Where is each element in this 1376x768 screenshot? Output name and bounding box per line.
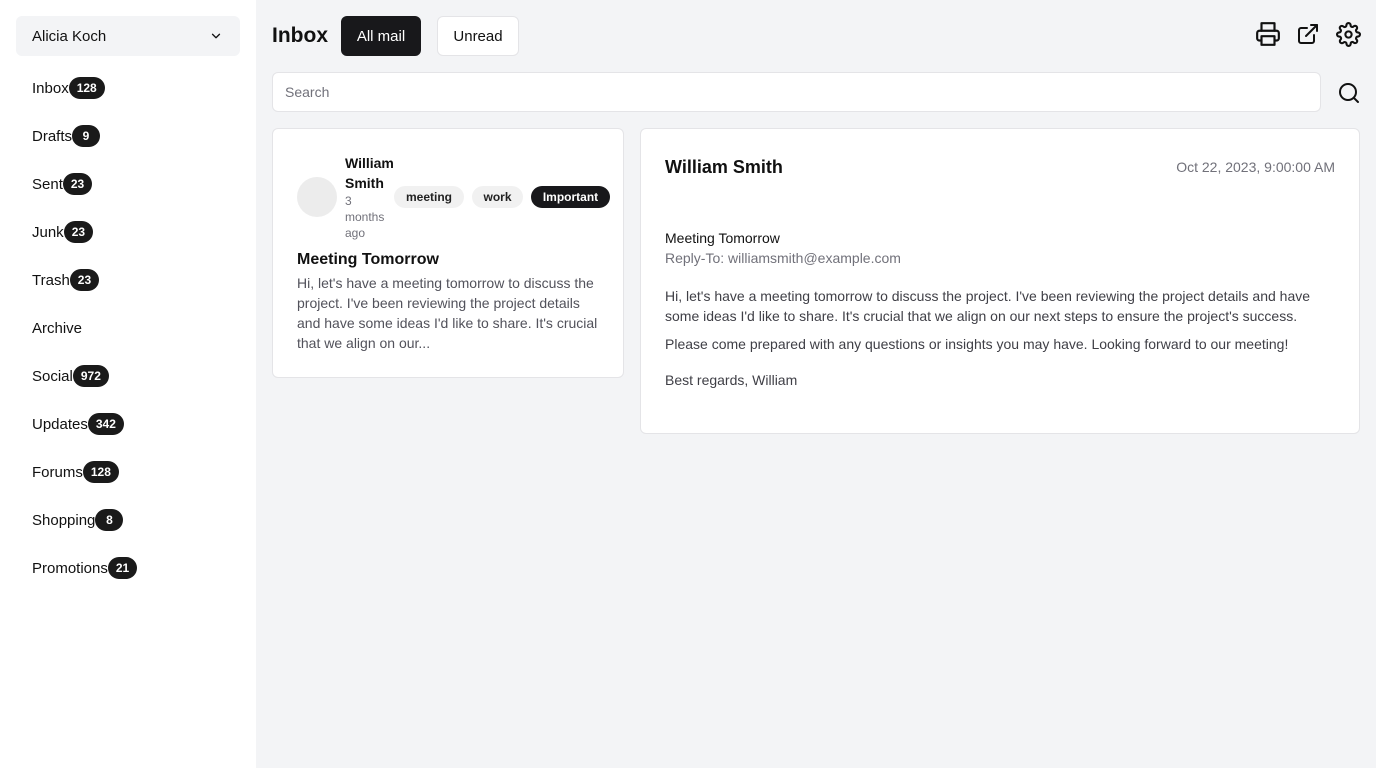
sidebar-item-junk[interactable]: Junk 23 xyxy=(32,208,242,256)
sidebar-item-updates[interactable]: Updates 342 xyxy=(32,400,242,448)
unread-count-badge: 23 xyxy=(62,173,93,195)
unread-count-badge: 972 xyxy=(72,365,109,387)
mail-preview: Hi, let's have a meeting tomorrow to dis… xyxy=(297,275,598,351)
tag-important: Important xyxy=(531,186,610,208)
reader-subject: Meeting Tomorrow xyxy=(665,230,780,246)
tab-all-mail[interactable]: All mail xyxy=(341,16,421,56)
tag-meeting: meeting xyxy=(394,186,464,208)
sidebar-item-label: Sent xyxy=(32,175,63,193)
sidebar-item-forums[interactable]: Forums 128 xyxy=(32,448,242,496)
sidebar-item-archive[interactable]: Archive xyxy=(32,304,242,352)
mail-folder-nav: Inbox 128 Drafts 9 Sent 23 Junk 23 Trash… xyxy=(32,64,242,592)
sidebar-item-label: Social xyxy=(32,367,73,385)
sidebar-item-label: Inbox xyxy=(32,79,69,97)
sidebar-item-social[interactable]: Social 972 xyxy=(32,352,242,400)
search-input[interactable] xyxy=(272,72,1321,112)
search-icon[interactable] xyxy=(1336,80,1362,106)
unread-count-badge: 8 xyxy=(95,509,124,531)
gear-icon[interactable] xyxy=(1335,21,1361,47)
account-name: Alicia Koch xyxy=(32,27,107,45)
tag-work: work xyxy=(472,186,523,208)
sidebar-item-sent[interactable]: Sent 23 xyxy=(32,160,242,208)
chevron-down-icon xyxy=(208,28,224,44)
unread-count-badge: 128 xyxy=(82,461,119,483)
unread-count-badge: 21 xyxy=(107,557,138,579)
sidebar-item-label: Updates xyxy=(32,415,88,433)
avatar xyxy=(297,177,337,217)
mail-subject: Meeting Tomorrow xyxy=(297,251,439,268)
unread-count-badge: 342 xyxy=(87,413,124,435)
sidebar-item-shopping[interactable]: Shopping 8 xyxy=(32,496,242,544)
reader-sender: William Smith xyxy=(665,157,783,177)
sidebar-item-label: Promotions xyxy=(32,559,108,577)
unread-count-badge: 23 xyxy=(63,221,94,243)
sidebar-item-label: Shopping xyxy=(32,511,96,529)
mail-sender: William Smith xyxy=(345,155,394,191)
unread-count-badge: 128 xyxy=(68,77,105,99)
sidebar: Alicia Koch Inbox 128 Drafts 9 Sent 23 J… xyxy=(0,0,256,768)
reader-reply-to: Reply-To: williamsmith@example.com xyxy=(665,250,901,266)
sidebar-item-label: Trash xyxy=(32,271,70,289)
external-link-icon[interactable] xyxy=(1295,21,1321,47)
tab-unread[interactable]: Unread xyxy=(437,16,519,56)
sidebar-item-inbox[interactable]: Inbox 128 xyxy=(32,64,242,112)
reader-signature: Best regards, William xyxy=(665,372,798,388)
unread-count-badge: 9 xyxy=(72,125,101,147)
reader-paragraph: Please come prepared with any questions … xyxy=(665,336,1289,352)
reader-date: Oct 22, 2023, 9:00:00 AM xyxy=(1176,159,1335,175)
mail-list-item[interactable]: William Smith 3 months ago meeting work … xyxy=(272,128,624,378)
print-icon[interactable] xyxy=(1255,21,1281,47)
reader-body: Hi, let's have a meeting tomorrow to dis… xyxy=(665,286,1337,398)
reader-paragraph: Hi, let's have a meeting tomorrow to dis… xyxy=(665,288,1311,324)
sidebar-item-trash[interactable]: Trash 23 xyxy=(32,256,242,304)
account-switcher[interactable]: Alicia Koch xyxy=(16,16,240,56)
sidebar-item-label: Forums xyxy=(32,463,83,481)
mail-time-ago: 3 months ago xyxy=(345,194,385,240)
sidebar-item-promotions[interactable]: Promotions 21 xyxy=(32,544,242,592)
sidebar-item-label: Junk xyxy=(32,223,64,241)
page-title: Inbox xyxy=(272,24,328,47)
sidebar-item-label: Archive xyxy=(32,319,83,337)
sidebar-item-label: Drafts xyxy=(32,127,73,145)
sidebar-item-drafts[interactable]: Drafts 9 xyxy=(32,112,242,160)
unread-count-badge: 23 xyxy=(69,269,100,291)
mail-reader: William Smith Oct 22, 2023, 9:00:00 AM M… xyxy=(640,128,1360,434)
